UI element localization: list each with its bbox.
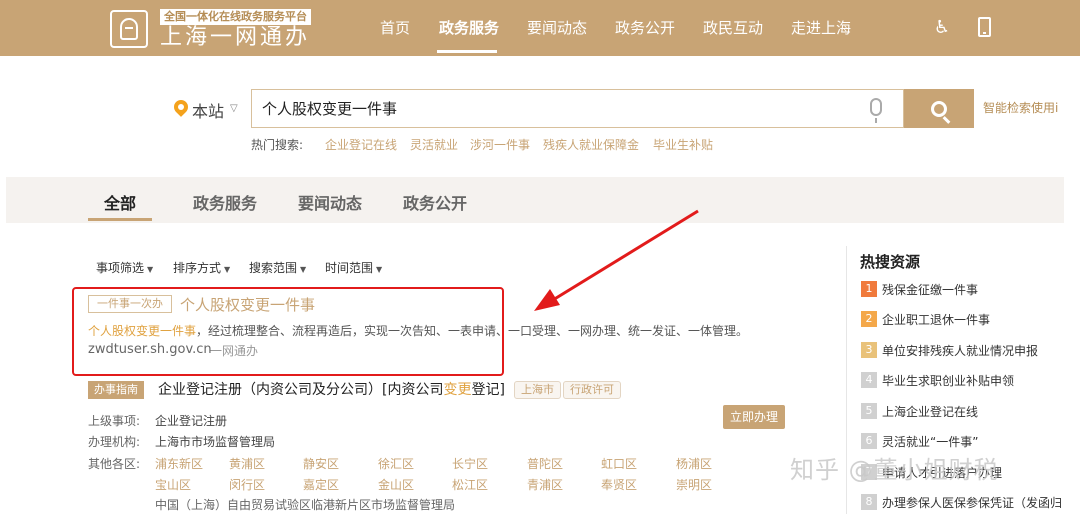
result-title-link[interactable]: 企业登记注册（内资公司及分公司）[内资公司变更登记] [158,379,505,399]
nav-about-shanghai[interactable]: 走进上海 [791,0,851,56]
district-link[interactable]: 长宁区 [452,455,488,472]
district-link[interactable]: 宝山区 [155,476,191,493]
district-link[interactable]: 闵行区 [229,476,265,493]
hot-search-label: 热门搜索: [251,138,304,152]
sidebar-item-link[interactable]: 残保金征缴一件事 [882,281,978,298]
filter-scope[interactable]: 搜索范围 ▼ [249,259,306,276]
tab-public-info[interactable]: 政务公开 [403,190,467,214]
filter-label: 时间范围 [325,261,374,275]
filter-time[interactable]: 时间范围 ▼ [325,259,382,276]
filter-item-type[interactable]: 事项筛选 ▼ [96,259,153,276]
filter-label: 搜索范围 [249,261,298,275]
sidebar-item-link[interactable]: 办理参保人医保参保凭证（发函归 [882,494,1062,511]
district-link[interactable]: 杨浦区 [676,455,712,472]
result-url[interactable]: zwdtuser.sh.gov.cn [88,342,212,357]
other-districts-label: 其他各区: [88,457,141,471]
location-pin-icon [171,97,191,117]
caret-down-icon: ▼ [147,265,154,274]
hot-search-item[interactable]: 企业登记在线 [325,136,397,153]
filter-label: 事项筛选 [96,261,145,275]
district-link[interactable]: 浦东新区 [155,455,203,472]
district-link[interactable]: 崇明区 [676,476,712,493]
sidebar-item-link[interactable]: 单位安排残疾人就业情况申报 [882,342,1038,359]
title-part: 登记] [471,382,505,398]
tab-all[interactable]: 全部 [104,190,136,214]
sidebar-item-link[interactable]: 企业职工退休一件事 [882,311,990,328]
nav-news[interactable]: 要闻动态 [527,0,587,56]
region-chip: 上海市 [514,381,561,399]
result-title-link[interactable]: 个人股权变更一件事 [180,294,315,315]
district-link[interactable]: 中国（上海）自由贸易试验区临港新片区市场监督管理局 [155,496,455,513]
rank-badge: 5 [861,403,877,419]
hot-search-item[interactable]: 涉河一件事 [470,136,530,153]
district-link[interactable]: 虹口区 [601,455,637,472]
sidebar-item-link[interactable]: 上海企业登记在线 [882,403,978,420]
caret-down-icon: ▼ [224,265,231,274]
district-link[interactable]: 徐汇区 [378,455,414,472]
nav-interaction[interactable]: 政民互动 [703,0,763,56]
hot-search-item[interactable]: 毕业生补贴 [653,136,713,153]
tab-active-indicator [88,218,152,221]
search-button[interactable] [904,89,974,128]
sidebar-item-link[interactable]: 灵活就业“一件事” [882,433,978,450]
rank-badge: 2 [861,311,877,327]
result-description: 个人股权变更一件事，经过梳理整合、流程再造后，实现一次告知、一表申请、一口受理、… [88,322,748,339]
district-link[interactable]: 普陀区 [527,455,563,472]
tab-gov-services[interactable]: 政务服务 [193,190,257,214]
category-chip: 行政许可 [563,381,621,399]
rank-badge: 6 [861,433,877,449]
district-link[interactable]: 松江区 [452,476,488,493]
parent-item-value[interactable]: 企业登记注册 [155,412,227,429]
hot-search-item[interactable]: 灵活就业 [410,136,458,153]
sidebar-item-link[interactable]: 毕业生求职创业补贴申领 [882,372,1014,389]
nav-home[interactable]: 首页 [380,0,410,56]
description-keyword: 个人股权变更一件事 [88,324,197,338]
rank-badge: 8 [861,494,877,510]
mobile-icon[interactable] [978,17,991,37]
caret-down-icon: ▼ [376,265,383,274]
nav-public-info[interactable]: 政务公开 [615,0,675,56]
search-icon [931,100,947,117]
search-input[interactable]: 个人股权变更一件事 [262,98,397,119]
sidebar-title: 热搜资源 [860,253,921,271]
parent-item-label: 上级事项: [88,414,141,428]
search-scope-label[interactable]: 本站 [192,98,224,122]
filter-sort[interactable]: 排序方式 ▼ [173,259,230,276]
apply-now-button[interactable]: 立即办理 [723,405,785,429]
chevron-down-icon[interactable]: ▽ [230,103,238,114]
title-keyword: 变更 [443,382,472,398]
result-source: 一网通办 [210,344,259,358]
description-text: ，经过梳理整合、流程再造后，实现一次告知、一表申请、一口受理、一网办理、统一发证… [196,324,749,338]
district-link[interactable]: 黄浦区 [229,455,265,472]
nav-gov-services[interactable]: 政务服务 [439,0,499,56]
result-tag: 一件事一次办 [88,295,172,313]
search-field[interactable]: 个人股权变更一件事 [251,89,904,128]
district-link[interactable]: 青浦区 [527,476,563,493]
annotation-arrow [534,209,699,311]
org-label: 办理机构: [88,435,141,449]
caret-down-icon: ▼ [300,265,307,274]
title-part: 企业登记注册（内资公司及分公司）[内资公司 [158,382,444,398]
microphone-icon[interactable] [870,98,882,123]
rank-badge: 3 [861,342,877,358]
filter-label: 排序方式 [173,261,222,275]
district-link[interactable]: 奉贤区 [601,476,637,493]
brand-title[interactable]: 上海一网通办 [160,25,310,51]
rank-badge: 4 [861,372,877,388]
district-link[interactable]: 嘉定区 [303,476,339,493]
guide-tag: 办事指南 [88,381,144,399]
platform-tag: 全国一体化在线政务服务平台 [160,9,311,25]
district-link[interactable]: 静安区 [303,455,339,472]
rank-badge: 1 [861,281,877,297]
tab-news[interactable]: 要闻动态 [298,190,362,214]
smart-search-link[interactable]: 智能检索使用i [983,99,1058,116]
wheelchair-icon[interactable]: ♿ [932,18,952,38]
watermark: 知乎 @董小姐财税 [790,456,999,484]
hot-search-item[interactable]: 残疾人就业保障金 [543,136,639,153]
logo-icon[interactable] [110,10,148,48]
org-value: 上海市市场监督管理局 [155,435,276,449]
nav-active-indicator [437,50,497,53]
district-link[interactable]: 金山区 [378,476,414,493]
